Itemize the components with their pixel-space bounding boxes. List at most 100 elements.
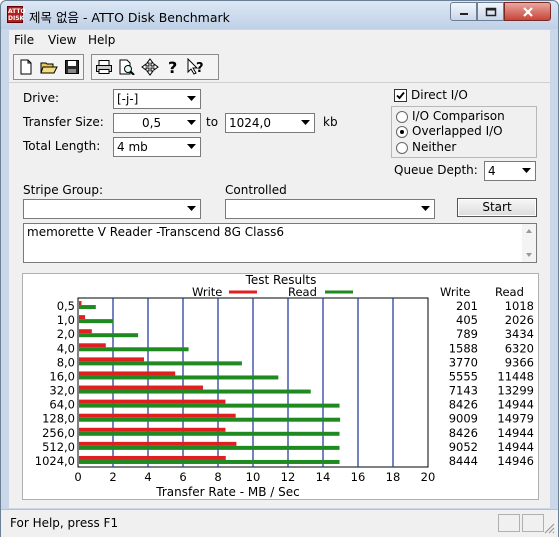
read-bar <box>79 361 242 366</box>
y-category-label: 0,5 <box>57 299 75 313</box>
checkmark-icon <box>396 91 405 100</box>
status-pane-2 <box>522 514 544 532</box>
maximize-button[interactable] <box>477 2 504 21</box>
new-file-icon[interactable] <box>14 55 37 79</box>
description-text: memorette V Reader -Transcend 8G Class6 <box>27 225 284 239</box>
table-read-value: 14979 <box>497 412 534 426</box>
table-write-value: 8444 <box>449 454 478 468</box>
drive-select[interactable]: [-j-] <box>113 89 201 109</box>
move-icon[interactable] <box>138 55 161 79</box>
write-bar <box>79 413 236 418</box>
description-scrollbar[interactable] <box>522 224 536 262</box>
x-tick-label: 20 <box>421 470 436 484</box>
resize-grip-icon[interactable] <box>543 522 555 534</box>
table-read-value: 9366 <box>505 355 534 369</box>
menu-file[interactable]: File <box>14 33 34 47</box>
description-textbox[interactable]: memorette V Reader -Transcend 8G Class6 <box>23 223 537 263</box>
save-icon[interactable] <box>60 55 83 79</box>
write-bar <box>79 385 204 390</box>
direct-io-checkbox[interactable] <box>394 89 407 102</box>
context-help-icon[interactable]: ? <box>184 55 207 79</box>
y-category-label: 16,0 <box>49 369 75 383</box>
status-pane-1 <box>498 514 520 532</box>
table-header-write: Write <box>440 285 470 299</box>
title-bar[interactable]: ATTO DISK 제목 없음 - ATTO Disk Benchmark <box>1 1 558 29</box>
x-tick-label: 18 <box>386 470 401 484</box>
table-read-value: 14944 <box>497 398 534 412</box>
neither-radio[interactable] <box>396 142 408 154</box>
write-bar <box>79 315 86 320</box>
read-bar <box>79 305 96 310</box>
close-icon <box>522 6 533 17</box>
io-comparison-radio[interactable] <box>396 111 408 123</box>
table-write-value: 8426 <box>449 398 478 412</box>
controlled-select[interactable] <box>225 199 435 219</box>
overlapped-io-radio[interactable] <box>396 126 408 138</box>
legend-write-label: Write <box>192 285 222 299</box>
help-icon[interactable]: ? <box>161 55 184 79</box>
start-button[interactable]: Start <box>457 198 537 217</box>
chevron-down-icon <box>183 139 199 155</box>
table-read-value: 11448 <box>497 369 534 383</box>
table-write-value: 9009 <box>449 412 478 426</box>
total-length-label: Total Length: <box>23 139 101 153</box>
table-write-value: 8426 <box>449 426 478 440</box>
transfer-size-to-select[interactable]: 1024,0 <box>225 113 315 133</box>
stripe-group-select[interactable] <box>23 199 201 219</box>
table-write-value: 5555 <box>449 369 478 383</box>
chevron-down-icon <box>183 201 199 217</box>
status-bar: For Help, press F1 <box>1 509 558 537</box>
table-write-value: 789 <box>456 327 478 341</box>
chevron-down-icon <box>297 115 313 131</box>
y-category-label: 64,0 <box>49 398 75 412</box>
y-category-label: 4,0 <box>57 341 75 355</box>
close-button[interactable] <box>504 2 551 21</box>
read-bar <box>79 459 340 464</box>
io-comparison-label: I/O Comparison <box>412 109 505 123</box>
total-length-select[interactable]: 4 mb <box>113 137 201 157</box>
read-bar <box>79 389 311 394</box>
write-bar <box>79 343 106 348</box>
table-write-value: 9052 <box>449 440 478 454</box>
read-bar <box>79 403 340 408</box>
queue-depth-select[interactable]: 4 <box>484 161 536 181</box>
minimize-button[interactable] <box>450 2 477 21</box>
write-bar <box>79 441 237 446</box>
y-category-label: 1,0 <box>57 313 75 327</box>
table-read-value: 14944 <box>497 426 534 440</box>
menu-view[interactable]: View <box>48 33 76 47</box>
y-category-label: 1024,0 <box>35 454 75 468</box>
minimize-icon <box>459 12 468 15</box>
chevron-down-icon <box>183 91 199 107</box>
x-tick-label: 0 <box>74 470 81 484</box>
x-axis-label: Transfer Rate - MB / Sec <box>155 485 299 499</box>
table-read-value: 14946 <box>497 454 534 468</box>
print-icon[interactable] <box>92 55 115 79</box>
write-bar <box>79 301 82 306</box>
transfer-size-from-select[interactable]: 0,5 <box>113 113 201 133</box>
stripe-group-label: Stripe Group: <box>23 183 103 197</box>
x-tick-label: 16 <box>351 470 366 484</box>
write-bar <box>79 455 226 460</box>
open-folder-icon[interactable] <box>37 55 60 79</box>
y-category-label: 128,0 <box>42 412 75 426</box>
transfer-rate-chart: 0 2 4 6 8 10 12 14 16 18 20Test ResultsWrite Read Wr… <box>35 273 534 499</box>
x-tick-label: 12 <box>281 470 296 484</box>
table-write-value: 1588 <box>449 341 478 355</box>
x-tick-label: 14 <box>316 470 331 484</box>
atto-app-icon[interactable]: ATTO DISK <box>7 6 26 23</box>
read-bar <box>79 375 279 380</box>
test-results-panel: 0 2 4 6 8 10 12 14 16 18 20 Test Results Write Read Wr… <box>22 273 539 500</box>
read-bar <box>79 417 341 422</box>
write-bar <box>79 329 92 334</box>
menu-bar: File View Help <box>9 30 550 51</box>
table-read-value: 2026 <box>505 313 534 327</box>
read-bar <box>79 347 189 352</box>
read-bar <box>79 445 340 450</box>
table-write-value: 3770 <box>449 355 478 369</box>
y-category-label: 32,0 <box>49 384 75 398</box>
svg-text:?: ? <box>196 61 204 76</box>
print-preview-icon[interactable] <box>115 55 138 79</box>
legend-read-label: Read <box>288 285 317 299</box>
menu-help[interactable]: Help <box>88 33 115 47</box>
